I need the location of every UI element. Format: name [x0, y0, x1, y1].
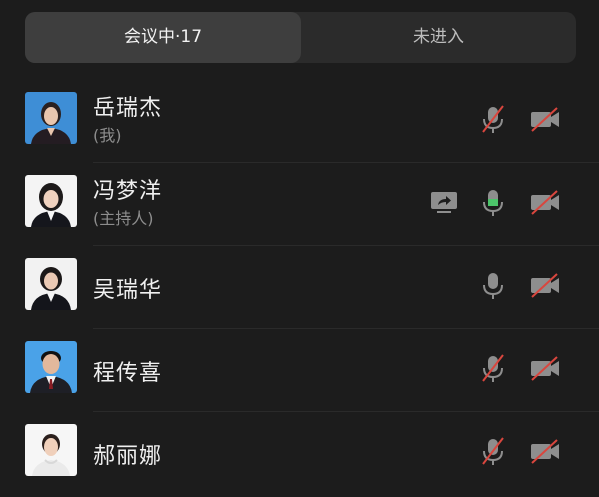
participant-name: 吴瑞华: [93, 278, 163, 303]
participant-tabs: 会议中·17 未进入: [25, 12, 576, 63]
participant-role: (主持人): [93, 209, 154, 228]
camera-off-icon[interactable]: [528, 434, 562, 468]
camera-off-icon[interactable]: [528, 268, 562, 302]
participant-name: 程传喜: [93, 361, 163, 386]
tab-not-joined[interactable]: 未进入: [301, 12, 576, 63]
mic-icon[interactable]: [476, 268, 510, 302]
screen-share-icon[interactable]: [427, 185, 461, 219]
participant-row[interactable]: 程传喜: [0, 329, 599, 412]
camera-off-icon[interactable]: [528, 102, 562, 136]
mic-muted-icon[interactable]: [476, 434, 510, 468]
avatar: [25, 424, 77, 476]
participant-row[interactable]: 冯梦洋 (主持人): [0, 163, 599, 246]
avatar: [25, 258, 77, 310]
mic-active-icon[interactable]: [476, 185, 510, 219]
participant-role: (我): [93, 126, 122, 145]
participant-name: 冯梦洋: [93, 179, 163, 204]
tab-in-meeting[interactable]: 会议中·17: [25, 12, 301, 63]
mic-muted-icon[interactable]: [476, 351, 510, 385]
mic-muted-icon[interactable]: [476, 102, 510, 136]
avatar: [25, 92, 77, 144]
participant-list: 岳瑞杰 (我) 冯梦洋 (主持人) 吴瑞华 程传喜 郝丽娜: [0, 80, 599, 495]
participant-row[interactable]: 吴瑞华: [0, 246, 599, 329]
participant-name: 岳瑞杰: [93, 96, 163, 121]
participant-name: 郝丽娜: [93, 444, 163, 469]
participant-row[interactable]: 郝丽娜: [0, 412, 599, 495]
avatar: [25, 341, 77, 393]
participant-row[interactable]: 岳瑞杰 (我): [0, 80, 599, 163]
camera-off-icon[interactable]: [528, 185, 562, 219]
avatar: [25, 175, 77, 227]
camera-off-icon[interactable]: [528, 351, 562, 385]
